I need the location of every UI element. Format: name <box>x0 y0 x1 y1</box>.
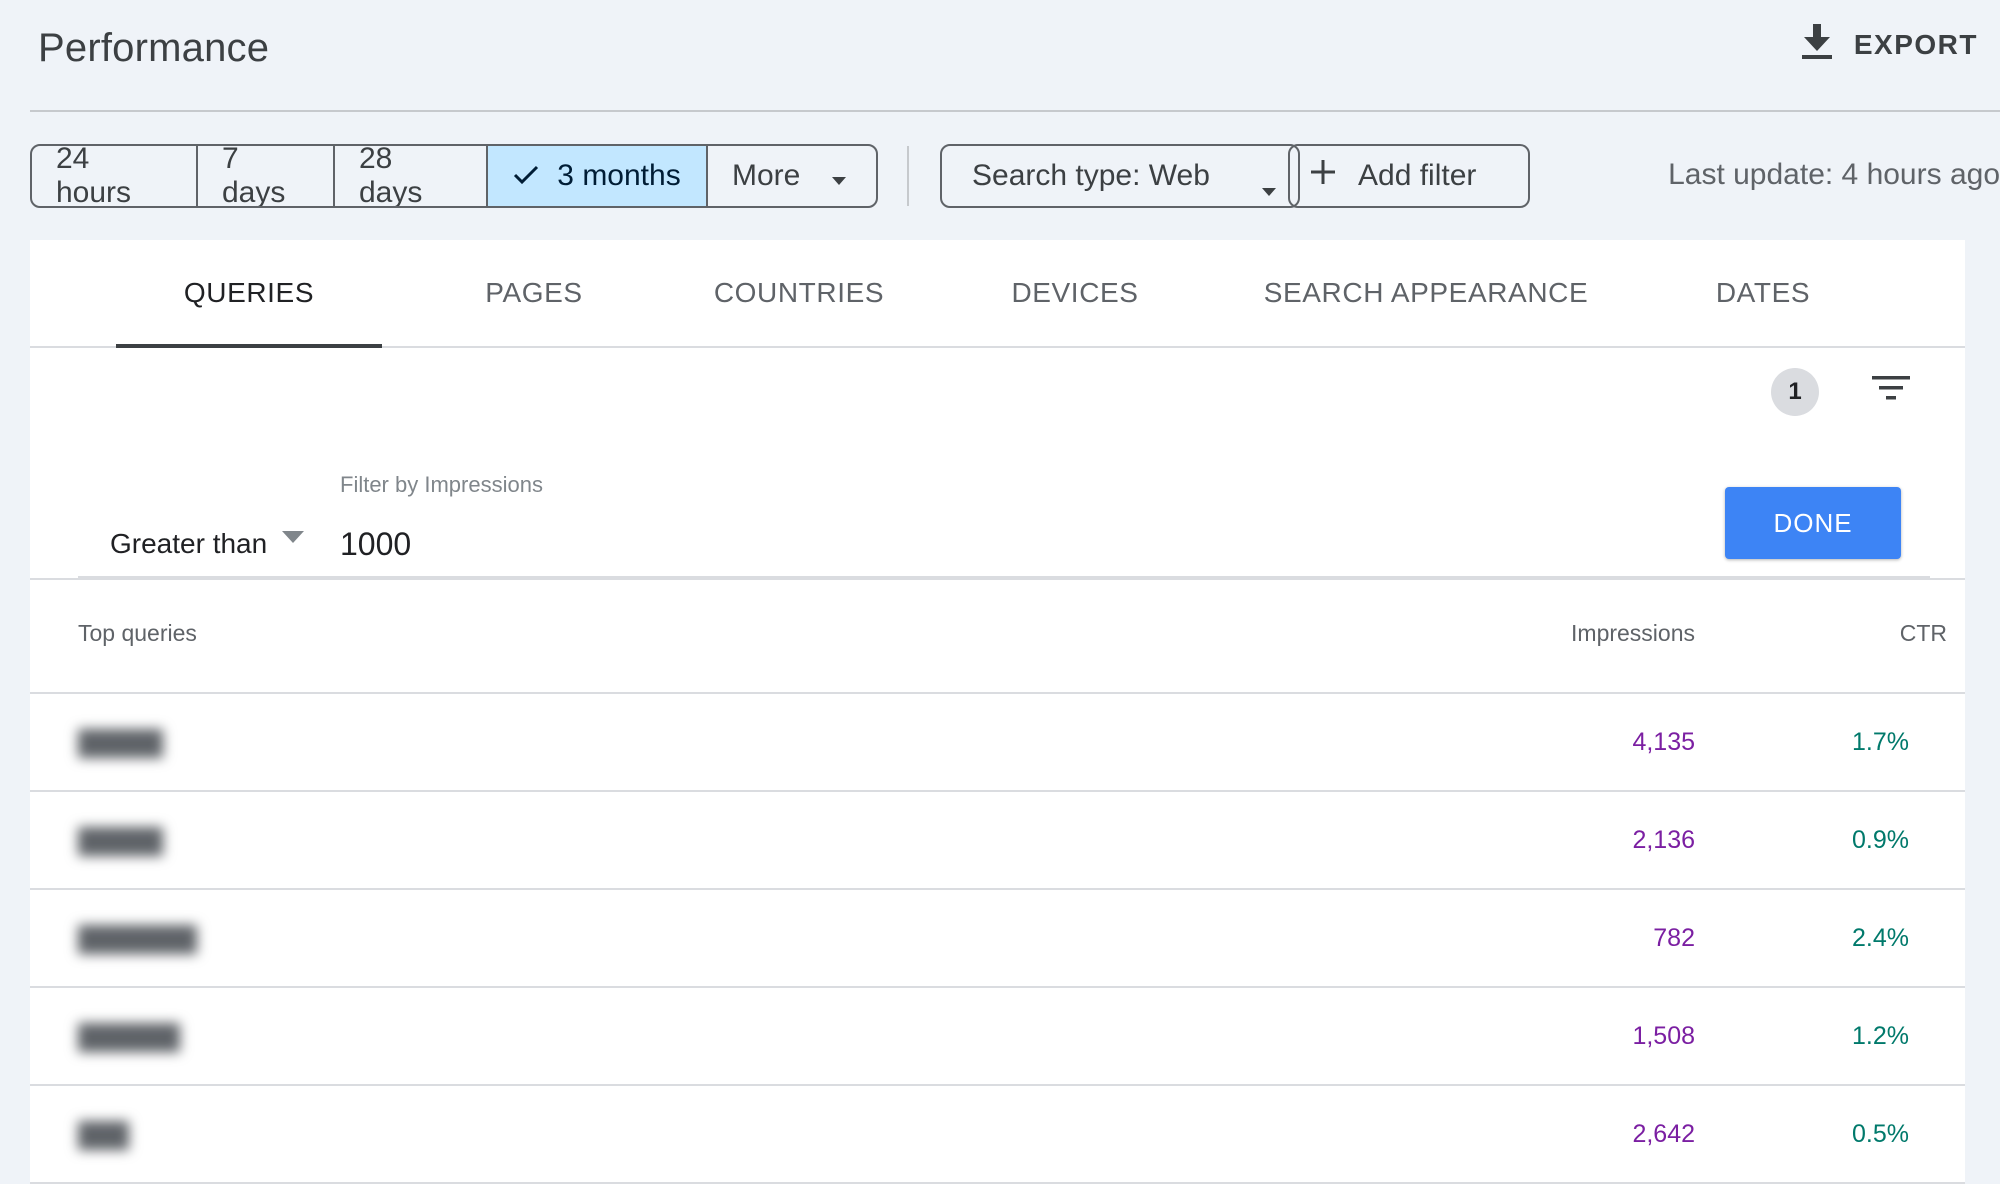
ctr-value: 1.7% <box>1852 728 1909 756</box>
ctr-value: 0.9% <box>1852 826 1909 854</box>
tab-queries[interactable]: QUERIES <box>116 240 382 348</box>
impressions-value: 1,508 <box>1632 1022 1695 1050</box>
search-type-dropdown[interactable]: Search type: Web <box>940 144 1300 208</box>
active-filter-count-badge: 1 <box>1771 368 1819 416</box>
date-range-label: More <box>732 159 801 192</box>
tab-devices[interactable]: DEVICES <box>975 240 1175 346</box>
tab-label: SEARCH APPEARANCE <box>1263 277 1589 308</box>
query-text: █████ <box>78 828 164 855</box>
tab-label: PAGES <box>485 277 583 308</box>
add-filter-label: Add filter <box>1358 159 1477 192</box>
tab-label: DATES <box>1715 277 1811 308</box>
impressions-filter: Greater than Filter by Impressions <box>78 472 1930 578</box>
impressions-value: 2,642 <box>1632 1120 1695 1148</box>
page-title: Performance <box>38 26 270 70</box>
tab-countries[interactable]: COUNTRIES <box>684 240 914 346</box>
done-button[interactable]: DONE <box>1725 487 1901 559</box>
column-header-impressions[interactable]: Impressions <box>1571 620 1695 647</box>
tab-dates[interactable]: DATES <box>1678 240 1848 346</box>
table-row[interactable]: █████ 2,136 0.9% <box>30 792 1965 890</box>
table-header: Top queries Impressions CTR <box>30 580 1965 694</box>
date-range-label: 28 days <box>359 144 423 208</box>
impressions-value: 2,136 <box>1632 826 1695 854</box>
filter-operator-label: Greater than <box>110 528 268 559</box>
export-button[interactable]: EXPORT <box>1801 24 1978 65</box>
tab-label: COUNTRIES <box>713 277 885 308</box>
toolbar: 24 hours 7 days 28 days 3 months More Se… <box>30 144 2000 208</box>
filter-field-label: Filter by Impressions <box>340 472 543 497</box>
query-text: █████ <box>78 730 164 757</box>
tab-search-appearance[interactable]: SEARCH APPEARANCE <box>1246 240 1606 346</box>
ctr-value: 0.5% <box>1852 1120 1909 1148</box>
column-header-ctr[interactable]: CTR <box>1900 620 1947 647</box>
header-divider <box>30 110 2000 112</box>
tab-label: DEVICES <box>1011 277 1139 308</box>
filter-operator-dropdown[interactable]: Greater than <box>78 512 308 576</box>
date-range-selector: 24 hours 7 days 28 days 3 months More <box>30 144 878 208</box>
plus-icon <box>1310 159 1336 193</box>
caret-down-icon <box>832 159 847 193</box>
ctr-value: 1.2% <box>1852 1022 1909 1050</box>
caret-down-icon <box>282 530 304 548</box>
date-range-24-hours[interactable]: 24 hours <box>32 146 198 206</box>
toolbar-divider <box>907 146 909 206</box>
queries-table: Top queries Impressions CTR █████ 4,135 … <box>30 580 1965 1184</box>
tab-label: QUERIES <box>183 277 315 308</box>
report-card: QUERIES PAGES COUNTRIES DEVICES SEARCH A… <box>30 240 1965 1184</box>
export-label: EXPORT <box>1853 28 1978 60</box>
table-row[interactable]: █████ 4,135 1.7% <box>30 694 1965 792</box>
date-range-3-months[interactable]: 3 months <box>488 146 708 206</box>
check-icon <box>513 159 539 193</box>
last-update-text: Last update: 4 hours ago <box>1668 158 2000 191</box>
tab-pages[interactable]: PAGES <box>444 240 624 346</box>
filter-list-icon[interactable] <box>1872 374 1910 407</box>
date-range-7-days[interactable]: 7 days <box>198 146 335 206</box>
date-range-label: 24 hours <box>56 144 132 208</box>
date-range-more[interactable]: More <box>708 146 876 206</box>
report-tabs: QUERIES PAGES COUNTRIES DEVICES SEARCH A… <box>30 240 1965 348</box>
download-icon <box>1801 24 1832 65</box>
date-range-label: 3 months <box>557 159 681 192</box>
ctr-value: 2.4% <box>1852 924 1909 952</box>
table-row[interactable]: ██████ 1,508 1.2% <box>30 988 1965 1086</box>
date-range-label: 7 days <box>222 144 286 208</box>
impressions-value: 782 <box>1653 924 1695 952</box>
query-text: ███ <box>78 1122 130 1149</box>
query-text: ███████ <box>78 926 198 953</box>
filter-value-input[interactable] <box>340 512 1340 576</box>
column-header-query[interactable]: Top queries <box>78 620 197 647</box>
table-row[interactable]: ███ 2,642 0.5% <box>30 1086 1965 1184</box>
date-range-28-days[interactable]: 28 days <box>335 146 488 206</box>
add-filter-button[interactable]: Add filter <box>1288 144 1530 208</box>
table-row[interactable]: ███████ 782 2.4% <box>30 890 1965 988</box>
impressions-value: 4,135 <box>1632 728 1695 756</box>
caret-down-icon <box>1262 170 1276 204</box>
query-text: ██████ <box>78 1024 181 1051</box>
search-type-label: Search type: Web <box>972 159 1210 192</box>
